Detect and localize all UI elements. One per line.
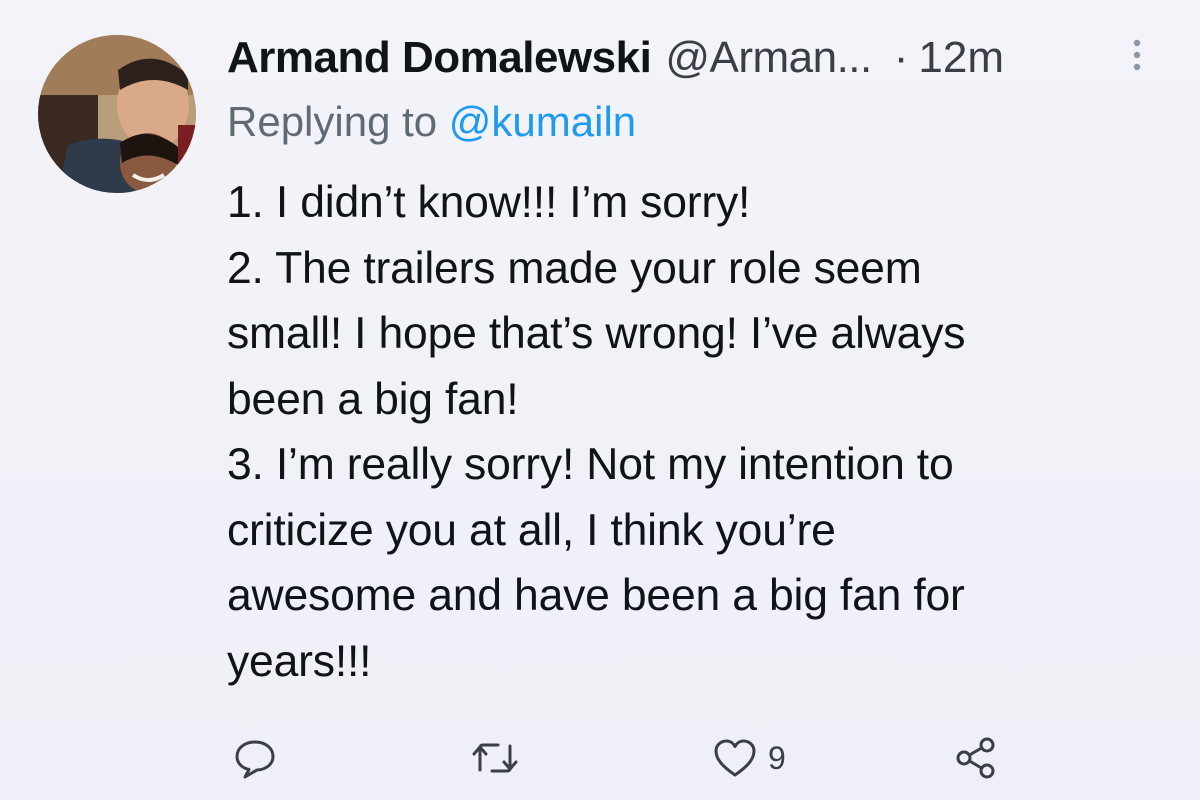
author-avatar[interactable] (38, 35, 196, 193)
like-count: 9 (768, 739, 786, 776)
like-button[interactable]: 9 (712, 728, 786, 788)
reply-button[interactable] (233, 728, 277, 788)
tweet-actions: 9 (0, 728, 1200, 788)
tweet-body-line: criticize you at all, I think you’re (227, 505, 836, 555)
author-handle[interactable]: @Arman... (665, 33, 872, 83)
tweet-body-line: years!!! (227, 636, 372, 686)
replying-to: Replying to @kumailn (227, 98, 636, 146)
reply-mention-link[interactable]: @kumailn (449, 98, 636, 145)
tweet-body-line: 2. The trailers made your role seem (227, 243, 922, 293)
heart-icon (714, 739, 756, 777)
reply-icon (235, 740, 275, 779)
retweet-icon (472, 743, 518, 773)
replying-to-label: Replying to (227, 98, 438, 145)
more-options-icon[interactable] (1127, 36, 1147, 76)
retweet-button[interactable] (470, 728, 520, 788)
tweet-body-line: been a big fan! (227, 374, 519, 424)
tweet-body-line: 1. I didn’t know!!! I’m sorry! (227, 178, 751, 227)
tweet-body-line: 3. I’m really sorry! Not my intention to (227, 440, 954, 489)
profile-photo-icon (38, 35, 196, 193)
tweet-timestamp[interactable]: 12m (918, 33, 1004, 83)
share-button[interactable] (953, 728, 999, 788)
header-separator: · (893, 33, 909, 82)
tweet-body: 1. I didn’t know!!! I’m sorry! 2. The tr… (227, 170, 1167, 694)
tweet: Armand Domalewski @Arman... · 12m Replyi… (0, 0, 1200, 800)
share-icon (956, 737, 995, 779)
tweet-body-line: awesome and have been a big fan for (227, 571, 965, 620)
tweet-body-line: small! I hope that’s wrong! I’ve always (227, 309, 966, 358)
author-display-name[interactable]: Armand Domalewski (227, 33, 652, 83)
tweet-header: Armand Domalewski @Arman... · 12m (227, 28, 1157, 88)
